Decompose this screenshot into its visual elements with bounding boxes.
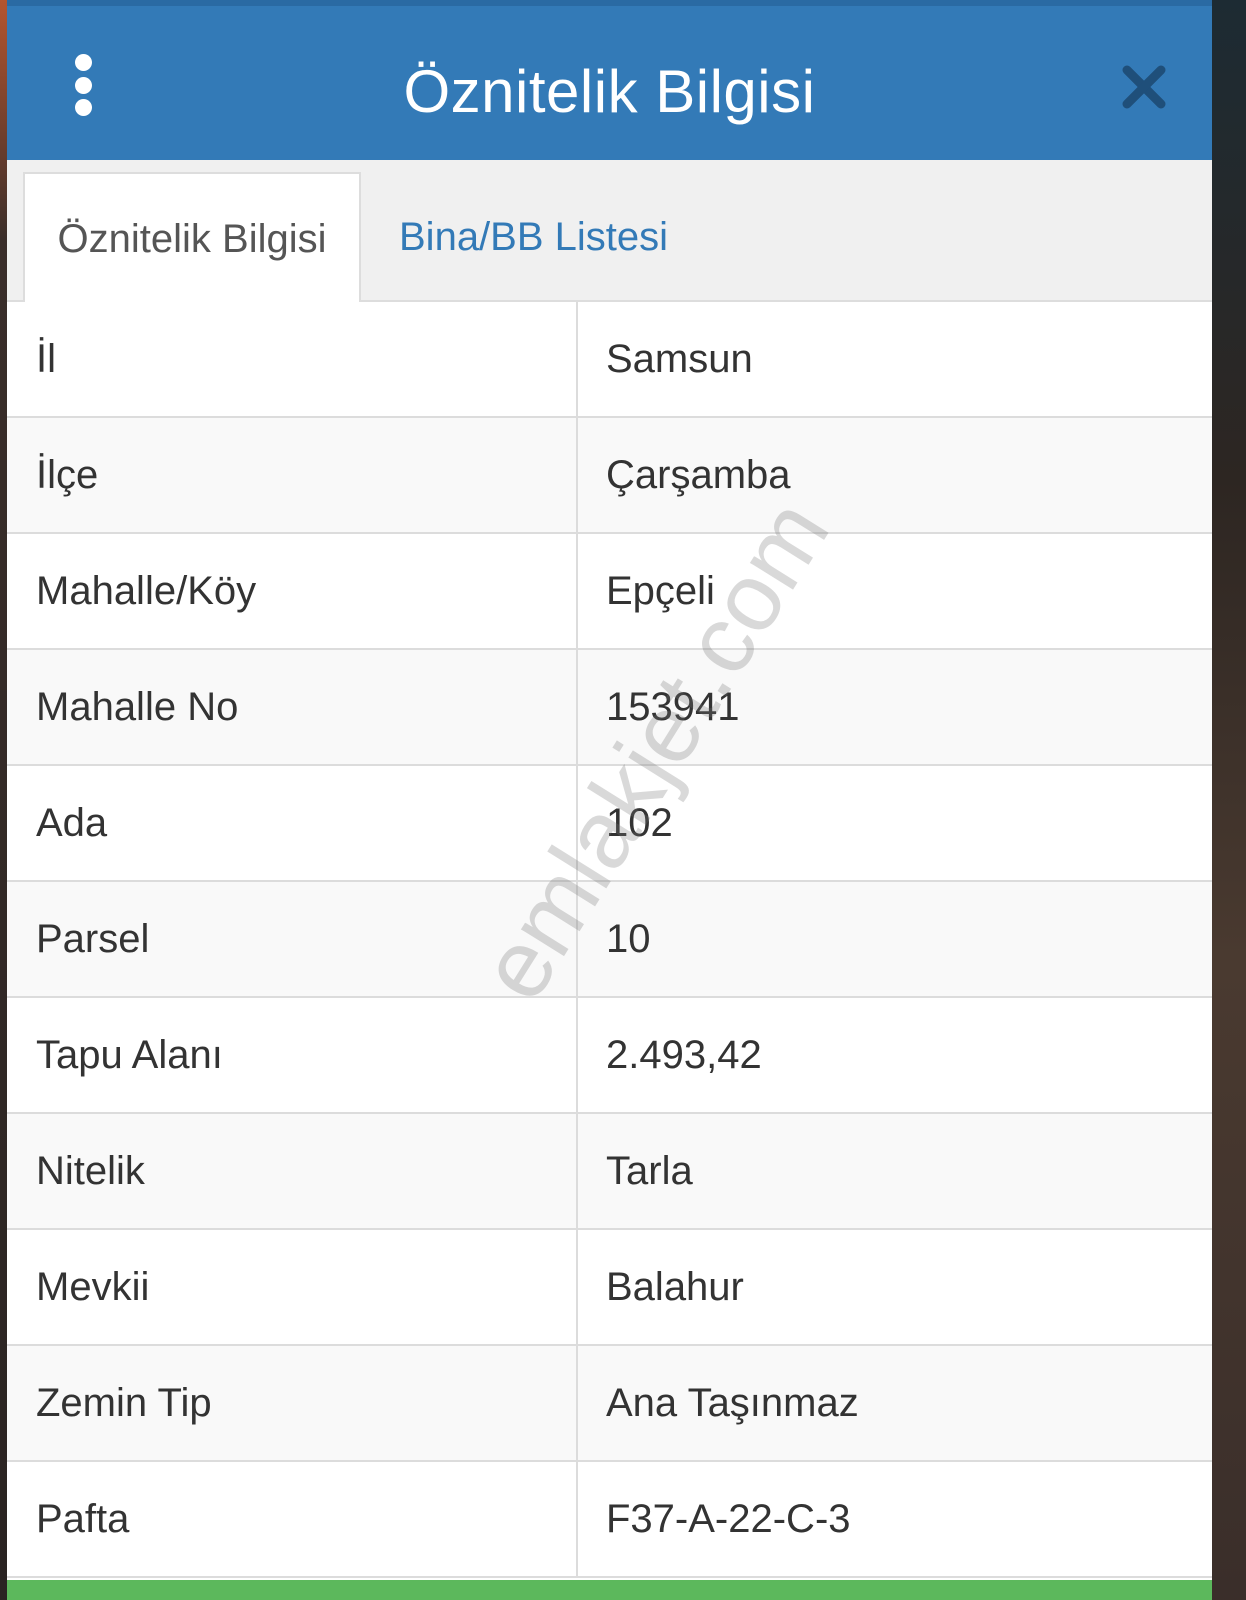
attribute-key: Pafta — [7, 1462, 578, 1576]
table-row: Nitelik Tarla — [7, 1114, 1212, 1230]
background-map-left — [0, 0, 7, 1600]
attribute-value: Tarla — [606, 1149, 693, 1193]
attribute-value: 153941 — [606, 685, 740, 729]
attribute-key: Nitelik — [7, 1114, 578, 1228]
attribute-key: Mevkii — [7, 1230, 578, 1344]
panel-header: Öznitelik Bilgisi — [7, 0, 1212, 160]
table-row: Pafta F37-A-22-C-3 — [7, 1462, 1212, 1578]
table-row: İlçe Çarşamba — [7, 418, 1212, 534]
table-row: Ada 102 — [7, 766, 1212, 882]
attribute-value: Ana Taşınmaz — [606, 1381, 859, 1425]
table-row: Parsel 10 — [7, 882, 1212, 998]
table-row: Mevkii Balahur — [7, 1230, 1212, 1346]
attribute-value: 10 — [606, 917, 651, 961]
attribute-key: Mahalle/Köy — [7, 534, 578, 648]
background-map-right — [1212, 0, 1246, 1600]
attribute-key: Ada — [7, 766, 578, 880]
attribute-key: Zemin Tip — [7, 1346, 578, 1460]
attribute-value: Epçeli — [606, 569, 715, 613]
attribute-key: İlçe — [7, 418, 578, 532]
attribute-value: Balahur — [606, 1265, 744, 1309]
attribute-key: İl — [7, 302, 578, 416]
table-row: Zemin Tip Ana Taşınmaz — [7, 1346, 1212, 1462]
panel-title: Öznitelik Bilgisi — [403, 58, 816, 125]
attribute-key: Parsel — [7, 882, 578, 996]
attribute-key: Mahalle No — [7, 650, 578, 764]
attribute-value: 2.493,42 — [606, 1033, 762, 1077]
table-row: İl Samsun — [7, 302, 1212, 418]
attribute-value: Samsun — [606, 337, 753, 381]
attribute-key: Tapu Alanı — [7, 998, 578, 1112]
table-row: Mahalle/Köy Epçeli — [7, 534, 1212, 650]
table-row: Tapu Alanı 2.493,42 — [7, 998, 1212, 1114]
footer-action-bar[interactable] — [7, 1580, 1212, 1600]
attribute-info-panel: Öznitelik Bilgisi Öznitelik Bilgisi Bina… — [7, 0, 1212, 1600]
attribute-value: Çarşamba — [606, 453, 791, 497]
attribute-value: F37-A-22-C-3 — [606, 1497, 851, 1541]
attribute-table: İl Samsun İlçe Çarşamba Mahalle/Köy Epçe… — [7, 302, 1212, 1578]
close-icon[interactable] — [1119, 62, 1169, 112]
tab-bar: Öznitelik Bilgisi Bina/BB Listesi — [7, 160, 1212, 302]
tab-attribute-info[interactable]: Öznitelik Bilgisi — [23, 172, 361, 302]
tab-building-list[interactable]: Bina/BB Listesi — [399, 172, 668, 302]
attribute-value: 102 — [606, 801, 673, 845]
table-row: Mahalle No 153941 — [7, 650, 1212, 766]
